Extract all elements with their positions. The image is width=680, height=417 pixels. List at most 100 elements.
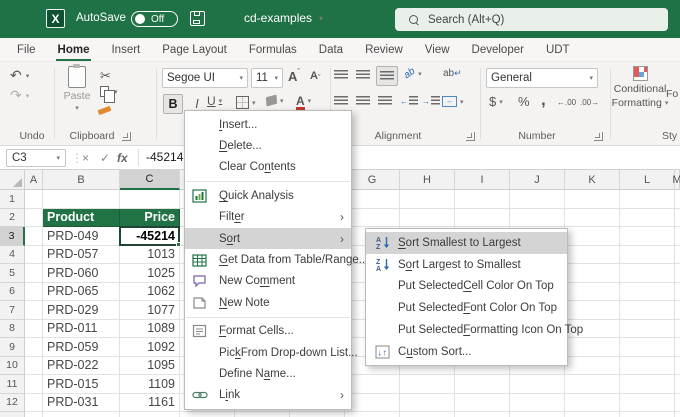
col-header-I[interactable]: I — [455, 170, 510, 190]
context-menu-item-define-name[interactable]: Define Na me... — [185, 363, 351, 384]
cell-C8[interactable]: 1089 — [120, 319, 180, 338]
sort-submenu-item-sort-largest-to-smallest[interactable]: Z A So rt Largest to Smallest — [366, 254, 567, 276]
alignment-dialog-launcher[interactable] — [466, 132, 475, 141]
cell-B3[interactable]: PRD-049 — [43, 227, 120, 246]
font-name-select[interactable]: Segoe UI ▾ — [162, 68, 248, 88]
cell-H1[interactable] — [400, 190, 455, 209]
cell-B8[interactable]: PRD-011 — [43, 319, 120, 338]
col-header-M[interactable]: M — [672, 170, 680, 190]
cell-L9[interactable] — [620, 338, 675, 357]
clipboard-dialog-launcher[interactable] — [122, 132, 131, 141]
sort-submenu-item-put-selected-cell-color-on-top[interactable]: Put Selected Cell Color On Top — [366, 276, 567, 298]
format-painter-button[interactable] — [97, 100, 112, 116]
cell-M10[interactable] — [675, 357, 680, 375]
cell-B1[interactable] — [43, 190, 120, 209]
cell-K3[interactable] — [565, 227, 620, 246]
cell-D13[interactable] — [180, 412, 235, 417]
context-menu-item-sort[interactable]: So rt › — [185, 227, 351, 250]
cell-M4[interactable] — [675, 246, 680, 264]
paste-button[interactable]: Paste ▾ — [60, 64, 94, 112]
tab-view[interactable]: View — [414, 38, 461, 61]
cell-B10[interactable]: PRD-022 — [43, 356, 120, 375]
redo-button[interactable]: ↷ ▾ — [10, 87, 29, 104]
cell-B5[interactable]: PRD-060 — [43, 264, 120, 283]
number-format-select[interactable]: General ▾ — [486, 68, 598, 88]
cell-J11[interactable] — [510, 375, 565, 394]
cell-I1[interactable] — [455, 190, 510, 209]
wrap-text-button[interactable]: ab ↵ — [443, 68, 462, 79]
cell-J13[interactable] — [510, 412, 565, 417]
cancel-button[interactable]: × — [82, 146, 89, 170]
cell-G1[interactable] — [345, 190, 400, 209]
conditional-formatting-button[interactable]: Conditional Formatting ▾ — [612, 66, 668, 109]
cell-G12[interactable] — [345, 393, 400, 412]
cell-M12[interactable] — [675, 394, 680, 412]
row-header-2[interactable]: 2 — [0, 208, 25, 227]
cell-J1[interactable] — [510, 190, 565, 209]
decrease-decimal-button[interactable]: .00→ — [580, 98, 599, 107]
cell-H2[interactable] — [400, 208, 455, 227]
cell-I13[interactable] — [455, 412, 510, 417]
cell-K9[interactable] — [565, 338, 620, 357]
align-left-button[interactable] — [334, 96, 348, 107]
cell-C9[interactable]: 1092 — [120, 338, 180, 357]
cell-K2[interactable] — [565, 208, 620, 227]
underline-button[interactable]: U ▾ — [207, 94, 222, 108]
cell-L13[interactable] — [620, 412, 675, 417]
save-button[interactable] — [190, 11, 205, 26]
cell-A9[interactable] — [25, 338, 43, 357]
cell-H13[interactable] — [400, 412, 455, 417]
number-dialog-launcher[interactable] — [594, 132, 603, 141]
bottom-align-button[interactable] — [376, 66, 398, 86]
increase-decimal-button[interactable]: ←.00 — [557, 98, 576, 107]
row-header-5[interactable]: 5 — [0, 264, 25, 283]
row-header-7[interactable]: 7 — [0, 301, 25, 320]
cell-L1[interactable] — [620, 190, 675, 209]
col-header-J[interactable]: J — [510, 170, 565, 190]
col-header-H[interactable]: H — [400, 170, 455, 190]
cell-L7[interactable] — [620, 301, 675, 320]
cell-M1[interactable] — [675, 190, 680, 209]
cell-A2[interactable] — [25, 208, 43, 227]
cell-B7[interactable]: PRD-029 — [43, 301, 120, 320]
cell-G2[interactable] — [345, 208, 400, 227]
cell-A5[interactable] — [25, 264, 43, 283]
row-header-8[interactable]: 8 — [0, 319, 25, 338]
cell-K13[interactable] — [565, 412, 620, 417]
cell-M3[interactable] — [675, 227, 680, 246]
middle-align-button[interactable] — [356, 70, 370, 81]
context-menu-item-filter[interactable]: Filt e r › — [185, 207, 351, 228]
increase-indent-button[interactable]: → — [422, 96, 440, 107]
cell-K12[interactable] — [565, 393, 620, 412]
context-menu-item-pick-from-dropdown[interactable]: Pic k From Drop-down List... — [185, 342, 358, 363]
context-menu-item-quick-analysis[interactable]: Quick Analysis — [185, 185, 351, 206]
borders-button[interactable]: ▾ — [236, 96, 256, 109]
tab-file[interactable]: File — [6, 38, 47, 61]
fill-color-button[interactable]: ▾ — [265, 94, 284, 107]
cell-A3[interactable] — [25, 227, 43, 246]
cell-C3[interactable]: -45214 — [120, 227, 180, 246]
cell-M5[interactable] — [675, 264, 680, 283]
percent-style-button[interactable]: % — [518, 94, 530, 109]
cell-A12[interactable] — [25, 393, 43, 412]
copy-button[interactable]: ▾ — [100, 86, 118, 103]
cell-L8[interactable] — [620, 319, 675, 338]
context-menu-item-link[interactable]: Li nk › — [185, 385, 351, 406]
center-button[interactable] — [356, 96, 370, 107]
context-menu-item-new-note[interactable]: New Note — [185, 292, 351, 313]
cell-K6[interactable] — [565, 282, 620, 301]
comma-style-button[interactable]: , — [541, 90, 546, 110]
cut-button[interactable]: ✂ — [100, 68, 111, 84]
enter-button[interactable]: ✓ — [100, 146, 110, 170]
context-menu-item-get-data[interactable]: Get Data from Table/Range... — [185, 249, 368, 270]
cell-J12[interactable] — [510, 393, 565, 412]
cell-M9[interactable] — [675, 338, 680, 357]
shrink-font-button[interactable]: Aˇ — [310, 69, 320, 83]
cell-B2[interactable]: Product — [43, 208, 120, 227]
cell-B12[interactable]: PRD-031 — [43, 393, 120, 412]
select-all-corner[interactable] — [0, 170, 25, 190]
cell-M13[interactable] — [675, 412, 680, 417]
cell-H12[interactable] — [400, 393, 455, 412]
tab-insert[interactable]: Insert — [100, 38, 151, 61]
tab-home[interactable]: Home — [47, 38, 101, 61]
